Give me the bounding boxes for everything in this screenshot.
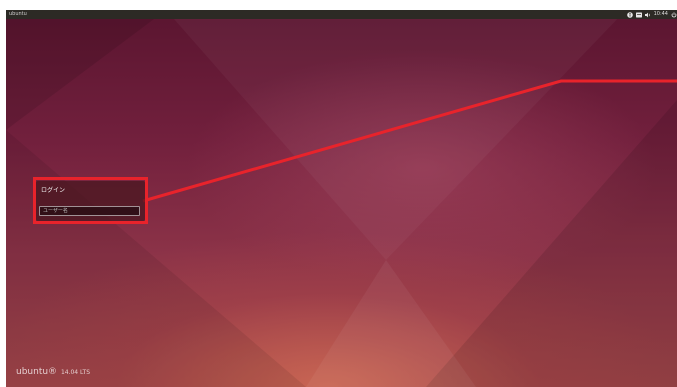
top-panel: ubuntu 10:44 [6,10,677,19]
desktop-background: ubuntu 10:44 ログイン ユーザー名 ubuntu® 14.04 LT… [6,10,677,387]
logo-text: ubuntu® [16,367,58,377]
power-icon[interactable] [671,11,677,18]
volume-icon[interactable] [644,12,651,18]
login-highlight-box [33,177,148,224]
version-label: 14.04 LTS [60,369,91,376]
indicator-area: 10:44 [626,10,677,19]
ubuntu-logo: ubuntu® 14.04 LTS [16,367,90,377]
accessibility-icon[interactable] [626,11,633,18]
hostname-label: ubuntu [9,11,27,17]
clock-label[interactable]: 10:44 [654,10,668,19]
keyboard-layout-icon[interactable] [635,12,642,18]
